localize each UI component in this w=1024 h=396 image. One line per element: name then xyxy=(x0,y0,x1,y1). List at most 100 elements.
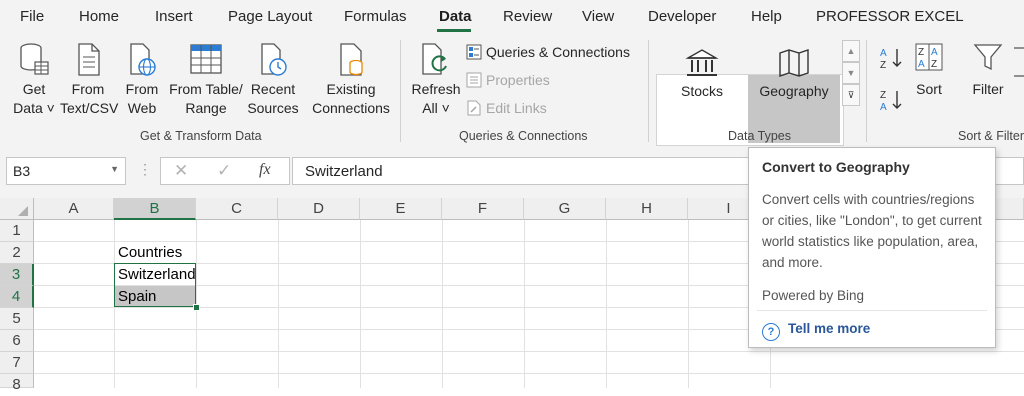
name-box-dropdown-icon[interactable]: ▼ xyxy=(110,164,119,174)
svg-text:Z: Z xyxy=(880,90,886,101)
gallery-more-icon[interactable]: ⊽ xyxy=(842,84,860,106)
queries-icon xyxy=(466,44,482,60)
more-options-icon[interactable]: ⋮ xyxy=(138,161,152,178)
column-header-d[interactable]: D xyxy=(278,198,360,220)
database-icon xyxy=(20,43,49,75)
recent-clock-icon xyxy=(261,43,287,76)
from-table-range-label-2: Range xyxy=(185,100,227,116)
existing-connections-label-2: Connections xyxy=(312,100,390,116)
web-globe-icon xyxy=(130,43,156,76)
gridline xyxy=(34,351,1024,352)
sort-az-button[interactable]: AZ xyxy=(878,46,906,72)
row-header-2[interactable]: 2 xyxy=(0,242,34,264)
fill-handle[interactable] xyxy=(193,304,200,311)
from-web-button[interactable]: From Web xyxy=(120,42,164,118)
group-label-data-types: Data Types xyxy=(728,129,792,143)
edit-links-icon xyxy=(467,100,481,116)
edit-links-label: Edit Links xyxy=(486,100,547,116)
tell-me-more-label: Tell me more xyxy=(788,321,871,336)
get-data-button[interactable]: Get Data ˅ xyxy=(10,42,58,118)
tab-home[interactable]: Home xyxy=(79,8,119,25)
gridline xyxy=(442,220,443,388)
cell-b3[interactable]: Switzerland xyxy=(118,266,196,283)
gridline xyxy=(524,220,525,388)
from-table-range-label-1: From Table/ xyxy=(169,81,243,97)
row-header-5[interactable]: 5 xyxy=(0,308,34,330)
existing-connections-icon xyxy=(340,43,363,76)
column-header-c[interactable]: C xyxy=(196,198,278,220)
cell-b4[interactable]: Spain xyxy=(118,288,156,305)
clear-filter-button[interactable] xyxy=(1012,42,1024,104)
column-header-a[interactable]: A xyxy=(34,198,114,220)
menu-bar: File Home Insert Page Layout Formulas Da… xyxy=(0,0,1024,34)
geography-label: Geography xyxy=(759,83,829,99)
gridline xyxy=(278,220,279,388)
tab-view[interactable]: View xyxy=(582,8,614,25)
filter-button[interactable]: Filter xyxy=(966,42,1010,99)
filter-funnel-icon xyxy=(973,44,1003,71)
stocks-button[interactable]: Stocks xyxy=(664,48,740,101)
from-web-label-1: From xyxy=(125,81,159,97)
insert-function-icon[interactable]: fx xyxy=(259,161,271,179)
recent-sources-label-1: Recent xyxy=(250,81,296,97)
refresh-all-label-1: Refresh xyxy=(411,81,461,97)
text-file-icon xyxy=(78,43,100,76)
row-header-4[interactable]: 4 xyxy=(0,286,34,308)
row-header-8[interactable]: 8 xyxy=(0,374,34,393)
enter-check-icon[interactable]: ✓ xyxy=(217,161,231,181)
queries-connections-button[interactable]: Queries & Connections xyxy=(466,44,630,60)
geography-button[interactable]: Geography xyxy=(752,48,836,101)
tooltip-powered-by: Powered by Bing xyxy=(762,288,865,303)
tell-me-more-link[interactable]: ? Tell me more xyxy=(762,321,870,341)
recent-sources-label-2: Sources xyxy=(247,100,299,116)
svg-text:Z: Z xyxy=(880,60,886,70)
tab-file[interactable]: File xyxy=(20,8,44,25)
gallery-scroll-up-icon[interactable]: ▲ xyxy=(842,40,860,62)
cancel-icon[interactable]: ✕ xyxy=(174,161,188,181)
tab-professor-excel[interactable]: PROFESSOR EXCEL xyxy=(816,8,964,25)
from-text-csv-button[interactable]: From Text/CSV xyxy=(60,42,119,118)
tooltip-title: Convert to Geography xyxy=(762,159,910,175)
name-box[interactable]: B3 ▼ xyxy=(6,157,126,185)
refresh-all-button[interactable]: Refresh All ˅ xyxy=(410,42,462,118)
group-separator xyxy=(400,40,401,142)
cell-b2[interactable]: Countries xyxy=(118,244,182,261)
svg-text:A: A xyxy=(931,47,938,58)
row-header-3[interactable]: 3 xyxy=(0,264,34,286)
select-all-triangle-icon xyxy=(18,206,28,216)
column-header-b[interactable]: B xyxy=(114,198,196,220)
column-header-h[interactable]: H xyxy=(606,198,688,220)
edit-links-button[interactable]: Edit Links xyxy=(466,100,547,116)
column-header-e[interactable]: E xyxy=(360,198,442,220)
bank-icon xyxy=(685,49,719,76)
select-all-corner[interactable] xyxy=(0,198,34,220)
from-table-range-button[interactable]: From Table/ Range xyxy=(167,42,245,118)
sort-button[interactable]: ZAAZ Sort xyxy=(910,42,948,99)
sort-za-button[interactable]: ZA xyxy=(878,88,906,114)
tab-page-layout[interactable]: Page Layout xyxy=(228,8,312,25)
tab-formulas[interactable]: Formulas xyxy=(344,8,407,25)
column-header-g[interactable]: G xyxy=(524,198,606,220)
group-label-get-transform: Get & Transform Data xyxy=(140,129,262,143)
tab-review[interactable]: Review xyxy=(503,8,552,25)
tab-insert[interactable]: Insert xyxy=(155,8,193,25)
gallery-scroll-down-icon[interactable]: ▼ xyxy=(842,62,860,84)
tab-data[interactable]: Data xyxy=(439,8,472,25)
existing-connections-button[interactable]: Existing Connections xyxy=(310,42,392,118)
formula-buttons: ✕ ✓ fx xyxy=(160,157,290,185)
recent-sources-button[interactable]: Recent Sources xyxy=(246,42,300,118)
properties-button[interactable]: Properties xyxy=(466,72,550,88)
row-header-7[interactable]: 7 xyxy=(0,352,34,374)
row-header-6[interactable]: 6 xyxy=(0,330,34,352)
tab-help[interactable]: Help xyxy=(751,8,782,25)
gridline xyxy=(34,373,1024,374)
queries-connections-label: Queries & Connections xyxy=(486,44,630,60)
tab-developer[interactable]: Developer xyxy=(648,8,716,25)
filter-label: Filter xyxy=(972,81,1004,97)
geography-tooltip: Convert to Geography Convert cells with … xyxy=(748,147,996,348)
row-header-1[interactable]: 1 xyxy=(0,220,34,242)
gridline xyxy=(606,220,607,388)
from-text-csv-label-2: Text/CSV xyxy=(60,100,119,116)
tooltip-divider xyxy=(757,310,987,311)
column-header-f[interactable]: F xyxy=(442,198,524,220)
